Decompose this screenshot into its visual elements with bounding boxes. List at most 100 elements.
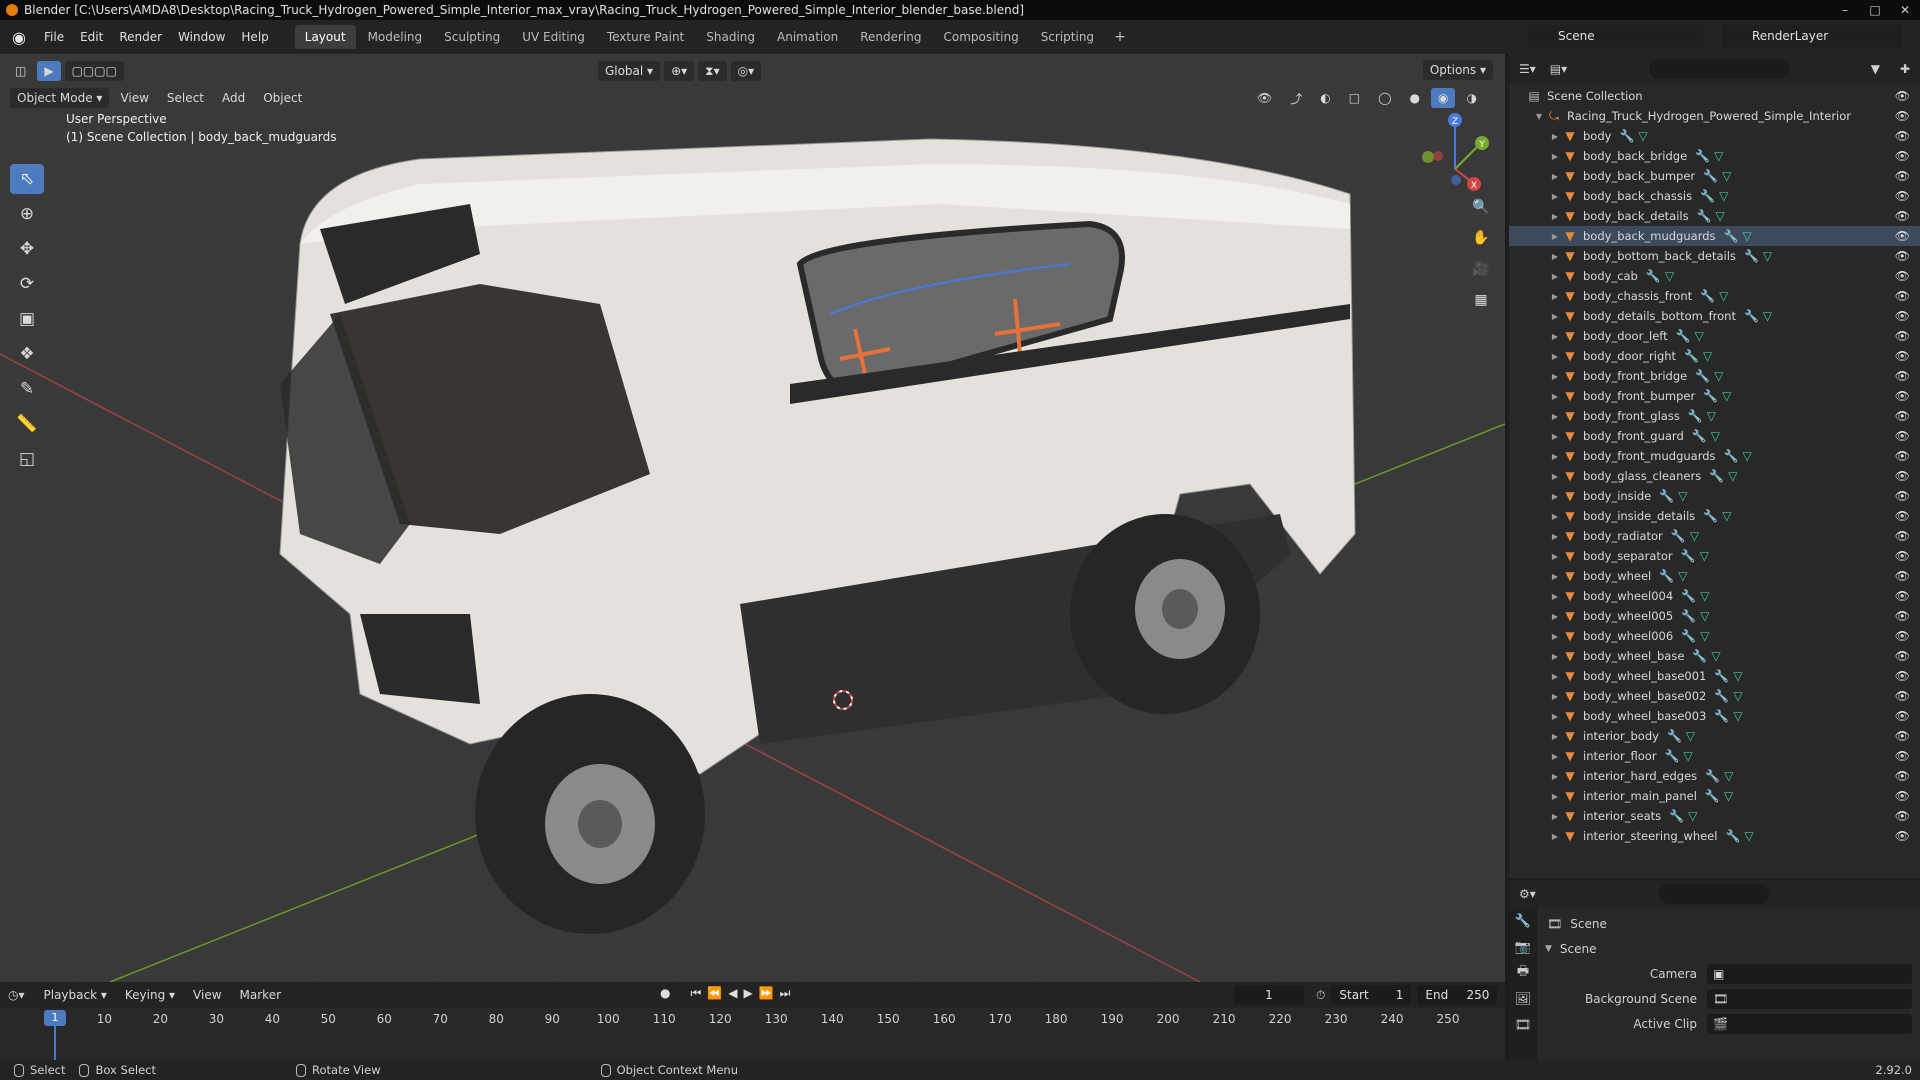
visibility-eye-icon[interactable]: 👁	[1895, 829, 1910, 843]
mesh-data-icon[interactable]: ▽	[1700, 629, 1709, 643]
modifier-wrench-icon[interactable]: 🔧	[1669, 809, 1684, 823]
end-frame-field[interactable]: End 250	[1417, 985, 1498, 1005]
expand-triangle-icon[interactable]: ▶	[1549, 392, 1561, 401]
object-mode-dropdown[interactable]: Object Mode ▾	[10, 88, 110, 108]
view-layer-tab-icon[interactable]: 🖼	[1509, 986, 1537, 1012]
mesh-data-icon[interactable]: ▽	[1744, 829, 1753, 843]
mesh-data-icon[interactable]: ▽	[1743, 449, 1752, 463]
outliner-row-body-radiator[interactable]: ▶ ▼ body_radiator 🔧 ▽ 👁	[1509, 526, 1920, 546]
expand-triangle-icon[interactable]: ▶	[1549, 412, 1561, 421]
outliner-row-body-details-bottom-front[interactable]: ▶ ▼ body_details_bottom_front 🔧 ▽ 👁	[1509, 306, 1920, 326]
jump-end-icon[interactable]: ⏭	[780, 986, 791, 1001]
mesh-data-icon[interactable]: ▽	[1690, 529, 1699, 543]
expand-triangle-icon[interactable]: ▶	[1549, 312, 1561, 321]
expand-triangle-icon[interactable]: ▶	[1549, 352, 1561, 361]
close-button[interactable]: ✕	[1890, 0, 1920, 20]
mesh-data-icon[interactable]: ▽	[1724, 789, 1733, 803]
filter-icon[interactable]: ▼	[1871, 62, 1880, 76]
viewport-menu-add[interactable]: Add	[215, 88, 252, 108]
start-frame-field[interactable]: Start 1	[1331, 985, 1412, 1005]
outliner-row-body-back-bridge[interactable]: ▶ ▼ body_back_bridge 🔧 ▽ 👁	[1509, 146, 1920, 166]
modifier-wrench-icon[interactable]: 🔧	[1695, 149, 1710, 163]
expand-triangle-icon[interactable]: ▶	[1549, 512, 1561, 521]
menu-render[interactable]: Render	[111, 26, 170, 48]
wireframe-shading-icon[interactable]: ◯	[1371, 88, 1398, 108]
visibility-eye-icon[interactable]: 👁	[1895, 109, 1910, 123]
expand-triangle-icon[interactable]: ▶	[1549, 272, 1561, 281]
timeline-editor-icon[interactable]: ◷▾	[8, 988, 25, 1002]
visibility-eye-icon[interactable]: 👁	[1895, 89, 1910, 103]
expand-triangle-icon[interactable]: ▶	[1549, 732, 1561, 741]
mesh-data-icon[interactable]: ▽	[1722, 509, 1731, 523]
rear-wheel[interactable]	[1070, 514, 1260, 714]
modifier-wrench-icon[interactable]: 🔧	[1681, 609, 1696, 623]
outliner-row-interior-hard-edges[interactable]: ▶ ▼ interior_hard_edges 🔧 ▽ 👁	[1509, 766, 1920, 786]
zoom-icon[interactable]: 🔍	[1468, 194, 1494, 220]
modifier-wrench-icon[interactable]: 🔧	[1684, 349, 1699, 363]
snap-icon[interactable]: ⧗▾	[698, 61, 727, 81]
xray-icon[interactable]: □	[1342, 88, 1367, 108]
expand-triangle-icon[interactable]: ▶	[1549, 172, 1561, 181]
outliner-row-interior-steering-wheel[interactable]: ▶ ▼ interior_steering_wheel 🔧 ▽ 👁	[1509, 826, 1920, 846]
tool-tab-icon[interactable]: 🔧	[1509, 908, 1537, 934]
move-tool-icon[interactable]: ✥	[10, 234, 44, 264]
modifier-wrench-icon[interactable]: 🔧	[1724, 449, 1739, 463]
mesh-data-icon[interactable]: ▽	[1733, 709, 1742, 723]
mesh-data-icon[interactable]: ▽	[1722, 169, 1731, 183]
visibility-eye-icon[interactable]: 👁	[1895, 249, 1910, 263]
modifier-wrench-icon[interactable]: 🔧	[1681, 629, 1696, 643]
outliner-row-body-front-guard[interactable]: ▶ ▼ body_front_guard 🔧 ▽ 👁	[1509, 426, 1920, 446]
modifier-wrench-icon[interactable]: 🔧	[1619, 129, 1634, 143]
expand-triangle-icon[interactable]: ▶	[1549, 152, 1561, 161]
visibility-eye-icon[interactable]: 👁	[1895, 669, 1910, 683]
select-box-modes-icon[interactable]: ▢▢▢▢	[64, 61, 124, 81]
visibility-eye-icon[interactable]: 👁	[1895, 649, 1910, 663]
modifier-wrench-icon[interactable]: 🔧	[1665, 749, 1680, 763]
mesh-data-icon[interactable]: ▽	[1733, 669, 1742, 683]
expand-triangle-icon[interactable]: ▶	[1549, 492, 1561, 501]
visibility-eye-icon[interactable]: 👁	[1895, 609, 1910, 623]
expand-triangle-icon[interactable]: ▶	[1549, 632, 1561, 641]
outliner-row-body-cab[interactable]: ▶ ▼ body_cab 🔧 ▽ 👁	[1509, 266, 1920, 286]
visibility-eye-icon[interactable]: 👁	[1895, 529, 1910, 543]
mesh-data-icon[interactable]: ▽	[1724, 769, 1733, 783]
add-workspace-button[interactable]: +	[1106, 25, 1134, 49]
minimize-button[interactable]: –	[1830, 0, 1860, 20]
menu-file[interactable]: File	[36, 26, 72, 48]
visibility-eye-icon[interactable]: 👁	[1895, 329, 1910, 343]
expand-triangle-icon[interactable]: ▶	[1549, 132, 1561, 141]
modifier-wrench-icon[interactable]: 🔧	[1671, 529, 1686, 543]
modifier-wrench-icon[interactable]: 🔧	[1692, 649, 1707, 663]
timeline-view-menu[interactable]: View	[186, 985, 228, 1005]
visibility-eye-icon[interactable]: 👁	[1895, 389, 1910, 403]
outliner-row-body-wheel[interactable]: ▶ ▼ body_wheel 🔧 ▽ 👁	[1509, 566, 1920, 586]
viewport-menu-select[interactable]: Select	[160, 88, 211, 108]
modifier-wrench-icon[interactable]: 🔧	[1676, 329, 1691, 343]
outliner-row-body-back-mudguards[interactable]: ▶ ▼ body_back_mudguards 🔧 ▽ 👁	[1509, 226, 1920, 246]
modifier-wrench-icon[interactable]: 🔧	[1659, 569, 1674, 583]
cursor-tool-icon[interactable]: ⊕	[10, 199, 44, 229]
visibility-eye-icon[interactable]: 👁	[1895, 169, 1910, 183]
outliner-row-body-wheel005[interactable]: ▶ ▼ body_wheel005 🔧 ▽ 👁	[1509, 606, 1920, 626]
active-clip-field[interactable]: 🎬	[1707, 1014, 1912, 1034]
expand-triangle-icon[interactable]: ▶	[1549, 652, 1561, 661]
modifier-wrench-icon[interactable]: 🔧	[1697, 209, 1712, 223]
mesh-data-icon[interactable]: ▽	[1678, 489, 1687, 503]
expand-triangle-icon[interactable]: ▶	[1549, 232, 1561, 241]
expand-triangle-icon[interactable]: ▶	[1549, 612, 1561, 621]
viewport-menu-view[interactable]: View	[113, 88, 155, 108]
modifier-wrench-icon[interactable]: 🔧	[1703, 389, 1718, 403]
outliner-row-body-front-mudguards[interactable]: ▶ ▼ body_front_mudguards 🔧 ▽ 👁	[1509, 446, 1920, 466]
modifier-wrench-icon[interactable]: 🔧	[1700, 289, 1715, 303]
scene-collection-row[interactable]: ▤ Scene Collection 👁	[1509, 86, 1920, 106]
modifier-wrench-icon[interactable]: 🔧	[1705, 789, 1720, 803]
tab-layout[interactable]: Layout	[294, 25, 356, 49]
modifier-wrench-icon[interactable]: 🔧	[1724, 229, 1739, 243]
mesh-data-icon[interactable]: ▽	[1665, 269, 1674, 283]
mesh-data-icon[interactable]: ▽	[1703, 349, 1712, 363]
mesh-data-icon[interactable]: ▽	[1719, 289, 1728, 303]
render-tab-icon[interactable]: 📷	[1509, 934, 1537, 960]
visibility-eye-icon[interactable]: 👁	[1895, 469, 1910, 483]
expand-triangle-icon[interactable]: ▼	[1533, 112, 1545, 121]
pan-hand-icon[interactable]: ✋	[1468, 225, 1494, 251]
